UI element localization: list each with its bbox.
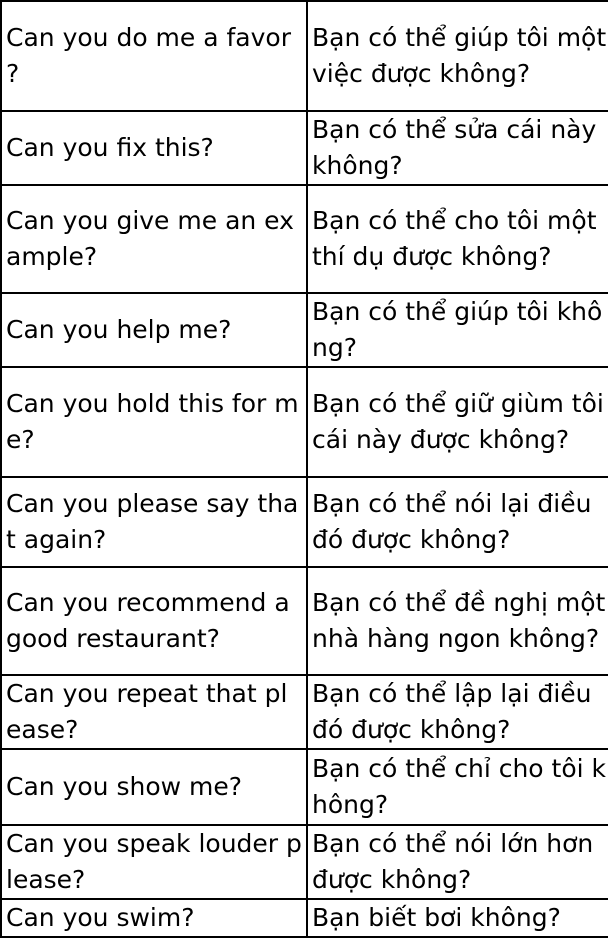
english-phrase: Can you swim? — [0, 898, 308, 938]
table-row: Can you hold this for me? Bạn có thể giữ… — [0, 366, 608, 478]
english-phrase: Can you do me a favor ? — [0, 0, 308, 112]
english-phrase: Can you show me? — [0, 748, 308, 826]
vietnamese-translation: Bạn có thể giúp tôi một việc được không? — [306, 0, 608, 112]
table-row: Can you recommend a good restaurant? Bạn… — [0, 566, 608, 676]
vietnamese-translation: Bạn có thể chỉ cho tôi không? — [306, 748, 608, 826]
table-row: Can you give me an example? Bạn có thể c… — [0, 184, 608, 294]
table-row: Can you speak louder please? Bạn có thể … — [0, 824, 608, 900]
english-phrase: Can you repeat that please? — [0, 674, 308, 750]
english-phrase: Can you give me an example? — [0, 184, 308, 294]
english-phrase: Can you speak louder please? — [0, 824, 308, 900]
vietnamese-translation: Bạn biết bơi không? — [306, 898, 608, 938]
english-phrase: Can you please say that again? — [0, 476, 308, 568]
table-row: Can you please say that again? Bạn có th… — [0, 476, 608, 568]
vietnamese-translation: Bạn có thể nói lại điều đó được không? — [306, 476, 608, 568]
vietnamese-translation: Bạn có thể đề nghị một nhà hàng ngon khô… — [306, 566, 608, 676]
vietnamese-translation: Bạn có thể giữ giùm tôi cái này được khô… — [306, 366, 608, 478]
vietnamese-translation: Bạn có thể sửa cái này không? — [306, 110, 608, 186]
table-row: Can you help me? Bạn có thể giúp tôi khô… — [0, 292, 608, 368]
vietnamese-translation: Bạn có thể lập lại điều đó được không? — [306, 674, 608, 750]
vietnamese-translation: Bạn có thể cho tôi một thí dụ được không… — [306, 184, 608, 294]
phrase-table: Can you do me a favor ? Bạn có thể giúp … — [0, 0, 608, 938]
table-row: Can you show me? Bạn có thể chỉ cho tôi … — [0, 748, 608, 826]
table-row: Can you do me a favor ? Bạn có thể giúp … — [0, 0, 608, 112]
table-row: Can you fix this? Bạn có thể sửa cái này… — [0, 110, 608, 186]
table-row: Can you swim? Bạn biết bơi không? — [0, 898, 608, 938]
english-phrase: Can you fix this? — [0, 110, 308, 186]
vietnamese-translation: Bạn có thể nói lớn hơn được không? — [306, 824, 608, 900]
table-row: Can you repeat that please? Bạn có thể l… — [0, 674, 608, 750]
english-phrase: Can you recommend a good restaurant? — [0, 566, 308, 676]
vietnamese-translation: Bạn có thể giúp tôi không? — [306, 292, 608, 368]
english-phrase: Can you hold this for me? — [0, 366, 308, 478]
english-phrase: Can you help me? — [0, 292, 308, 368]
